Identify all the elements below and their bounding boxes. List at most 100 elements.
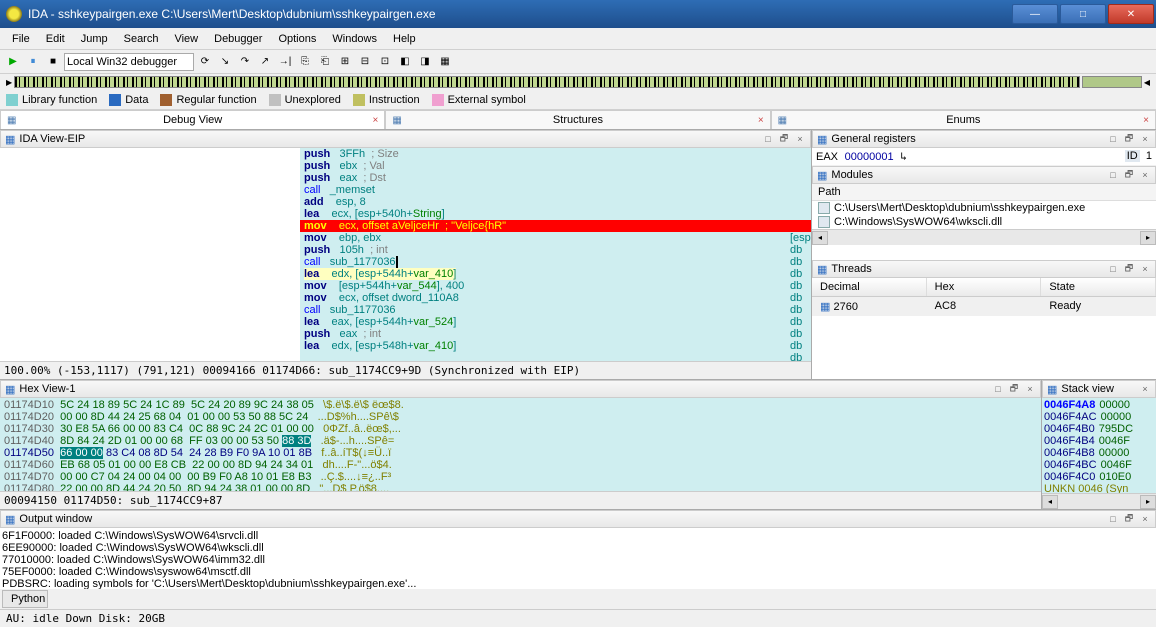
menu-file[interactable]: File <box>4 30 38 48</box>
panel-pin-icon[interactable]: 🗗 <box>1123 169 1135 181</box>
hex-line[interactable]: 01174D30 30 E8 5A 66 00 00 83 C4 0C 88 9… <box>4 423 1037 435</box>
panel-close-icon[interactable]: × <box>1139 513 1151 525</box>
scroll-left-icon[interactable]: ◂ <box>1042 495 1058 509</box>
disasm-line[interactable]: lea edx, [esp+548h+var_410] db 5Ch ; \ <box>300 340 811 352</box>
disasm-line[interactable]: mov ecx, offset aVeljceHr ; "Veljce{hR" <box>300 220 811 232</box>
stack-line[interactable]: 0046F4C0010E0 <box>1044 471 1154 483</box>
step-into-icon[interactable]: ↘ <box>216 53 234 71</box>
tab-debug-view[interactable]: ▦Debug View× <box>0 110 385 129</box>
stack-body[interactable]: 0046F4A8000000046F4AC000000046F4B0795DC0… <box>1042 398 1156 493</box>
thread-cell[interactable]: Ready <box>1041 297 1156 316</box>
toolbar-icon[interactable]: ⊞ <box>336 53 354 71</box>
modules-scrollbar[interactable]: ◂ ▸ <box>812 229 1156 245</box>
toolbar-icon[interactable]: ⎗ <box>316 53 334 71</box>
tab-close-icon[interactable]: × <box>372 115 378 126</box>
toolbar-icon[interactable]: ⊟ <box>356 53 374 71</box>
threads-body[interactable]: DecimalHexState ▦ 2760AC8Ready <box>812 278 1156 379</box>
stack-line[interactable]: 0046F4B40046F <box>1044 435 1154 447</box>
toolbar-icon[interactable]: ⊡ <box>376 53 394 71</box>
scroll-right-icon[interactable]: ▸ <box>1140 231 1156 245</box>
stop-button[interactable]: ■ <box>44 53 62 71</box>
output-tab-python[interactable]: Python <box>2 590 48 608</box>
hex-line[interactable]: 01174D80 22 00 00 8D 44 24 20 50 8D 94 2… <box>4 483 1037 491</box>
thread-cell[interactable]: ▦ 2760 <box>812 297 927 316</box>
panel-undock-icon[interactable]: □ <box>1107 169 1119 181</box>
panel-close-icon[interactable]: × <box>1024 383 1036 395</box>
toolbar-icon[interactable]: ◨ <box>416 53 434 71</box>
scroll-right-icon[interactable]: ▸ <box>1140 495 1156 509</box>
step-over-icon[interactable]: ↷ <box>236 53 254 71</box>
menu-debugger[interactable]: Debugger <box>206 30 270 48</box>
registers-body[interactable]: EAX 00000001 ↳ ID 1 <box>812 148 1156 165</box>
module-row[interactable]: C:\Windows\SysWOW64\wkscli.dll <box>812 215 1156 229</box>
hex-line[interactable]: 01174D10 5C 24 18 89 5C 24 1C 89 5C 24 2… <box>4 399 1037 411</box>
scroll-left-icon[interactable]: ◂ <box>812 231 828 245</box>
stack-line[interactable]: 0046F4BC0046F <box>1044 459 1154 471</box>
thread-col-header[interactable]: Hex <box>927 278 1042 296</box>
stack-line[interactable]: 0046F4AC00000 <box>1044 411 1154 423</box>
stack-line[interactable]: 0046F4B800000 <box>1044 447 1154 459</box>
nav-right-icon[interactable]: ◀ <box>1144 78 1150 87</box>
disasm-line[interactable]: call sub_1177036 db 6Fh ; o <box>300 304 811 316</box>
hex-line[interactable]: 01174D60 EB 68 05 01 00 00 E8 CB 22 00 0… <box>4 459 1037 471</box>
hex-line[interactable]: 01174D40 8D 84 24 2D 01 00 00 68 FF 03 0… <box>4 435 1037 447</box>
run-button[interactable]: ▶ <box>4 53 22 71</box>
disasm-line[interactable]: mov ebp, ebx [esp+540h+String]=[Stack[00… <box>300 232 811 244</box>
panel-pin-icon[interactable]: 🗗 <box>1123 133 1135 145</box>
modules-body[interactable]: Path C:\Users\Mert\Desktop\dubnium\sshke… <box>812 184 1156 260</box>
stack-line[interactable]: 0046F4B0795DC <box>1044 423 1154 435</box>
panel-close-icon[interactable]: × <box>1139 383 1151 395</box>
disasm-line[interactable]: lea eax, [esp+544h+var_524] db 6Fh ; o <box>300 316 811 328</box>
panel-close-icon[interactable]: × <box>794 133 806 145</box>
panel-close-icon[interactable]: × <box>1139 263 1151 275</box>
disasm-line[interactable]: push eax ; int db 74h ; t <box>300 328 811 340</box>
menu-windows[interactable]: Windows <box>324 30 385 48</box>
minimize-button[interactable]: — <box>1012 4 1058 24</box>
panel-close-icon[interactable]: × <box>1139 133 1151 145</box>
panel-undock-icon[interactable]: □ <box>762 133 774 145</box>
toolbar-icon[interactable]: ◧ <box>396 53 414 71</box>
disasm-line[interactable]: push eax ; Dst <box>300 172 811 184</box>
module-row[interactable]: C:\Users\Mert\Desktop\dubnium\sshkeypair… <box>812 201 1156 215</box>
modules-col-path[interactable]: Path <box>812 184 1156 201</box>
panel-undock-icon[interactable]: □ <box>1107 133 1119 145</box>
disasm-line[interactable]: call sub_1177036| db 6Fh ; o <box>300 256 811 268</box>
output-body[interactable]: 6F1F0000: loaded C:\Windows\SysWOW64\srv… <box>0 528 1156 589</box>
disasm-line[interactable]: push 3FFh ; Size <box>300 148 811 160</box>
disassembly-view[interactable]: push 3FFh ; Sizepush ebx ; Valpush eax ;… <box>0 148 811 361</box>
panel-undock-icon[interactable]: □ <box>1107 513 1119 525</box>
toolbar-icon[interactable]: ⎘ <box>296 53 314 71</box>
panel-undock-icon[interactable]: □ <box>1107 263 1119 275</box>
thread-cell[interactable]: AC8 <box>927 297 1042 316</box>
thread-col-header[interactable]: State <box>1041 278 1156 296</box>
nav-band-aux[interactable] <box>1082 76 1142 88</box>
menu-help[interactable]: Help <box>385 30 424 48</box>
panel-undock-icon[interactable]: □ <box>992 383 1004 395</box>
disasm-line[interactable]: call _memset <box>300 184 811 196</box>
panel-close-icon[interactable]: × <box>1139 169 1151 181</box>
tab-enums[interactable]: ▦Enums× <box>771 110 1156 129</box>
run-to-icon[interactable]: →| <box>276 53 294 71</box>
panel-pin-icon[interactable]: 🗗 <box>1123 263 1135 275</box>
pause-button[interactable]: ⏸ <box>24 53 42 71</box>
hex-line[interactable]: 01174D20 00 00 8D 44 24 25 68 04 01 00 0… <box>4 411 1037 423</box>
tab-close-icon[interactable]: × <box>1143 115 1149 126</box>
tab-close-icon[interactable]: × <box>758 115 764 126</box>
maximize-button[interactable]: □ <box>1060 4 1106 24</box>
disasm-line[interactable]: lea edx, [esp+544h+var_410] db 0 <box>300 268 811 280</box>
refresh-icon[interactable]: ⟳ <box>196 53 214 71</box>
disasm-line[interactable]: mov ecx, offset dword_110A8 db 72h ; r <box>300 292 811 304</box>
disasm-line[interactable]: db 63h ; c <box>300 352 811 361</box>
menu-options[interactable]: Options <box>270 30 324 48</box>
step-out-icon[interactable]: ↗ <box>256 53 274 71</box>
hex-body[interactable]: 01174D10 5C 24 18 89 5C 24 1C 89 5C 24 2… <box>0 398 1041 491</box>
toolbar-icon[interactable]: ▦ <box>436 53 454 71</box>
hex-line[interactable]: 01174D70 00 00 C7 04 24 00 04 00 00 B9 F… <box>4 471 1037 483</box>
hex-line[interactable]: 01174D50 66 00 00 83 C4 08 8D 54 24 28 B… <box>4 447 1037 459</box>
stack-scrollbar[interactable]: ◂ ▸ <box>1042 493 1156 509</box>
menu-edit[interactable]: Edit <box>38 30 73 48</box>
disasm-line[interactable]: push 105h ; int db 0 <box>300 244 811 256</box>
disasm-line[interactable]: lea ecx, [esp+540h+String] <box>300 208 811 220</box>
menu-jump[interactable]: Jump <box>73 30 116 48</box>
disasm-line[interactable]: mov [esp+544h+var_544], 400 db 0 <box>300 280 811 292</box>
